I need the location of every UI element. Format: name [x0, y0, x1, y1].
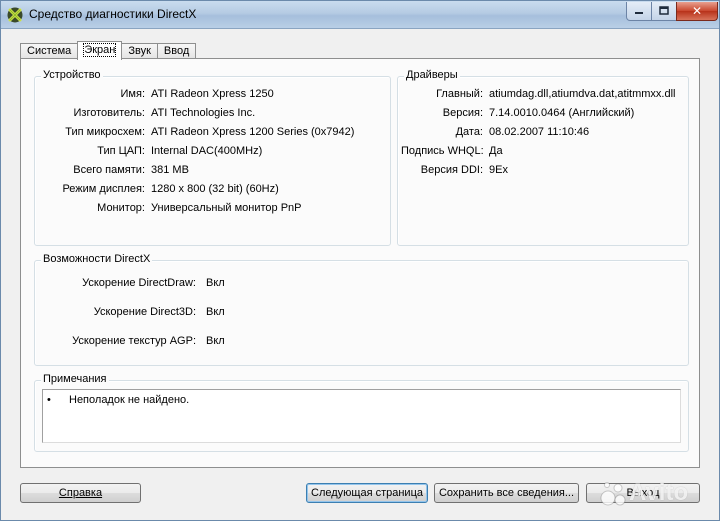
field-value: Вкл	[206, 306, 225, 318]
field-value: ATI Technologies Inc.	[151, 107, 256, 119]
field-value: 7.14.0010.0464 (Английский)	[489, 107, 635, 119]
notes-group-title: Примечания	[41, 373, 109, 385]
driver-row-whql: Подпись WHQL: Да	[401, 145, 686, 161]
field-value: Вкл	[206, 335, 225, 347]
maximize-icon	[659, 6, 669, 15]
driver-row-version: Версия: 7.14.0010.0464 (Английский)	[401, 107, 686, 123]
field-value: Вкл	[206, 277, 225, 289]
close-icon: ✕	[691, 4, 703, 18]
field-value: 1280 x 800 (32 bit) (60Hz)	[151, 183, 279, 195]
close-button[interactable]: ✕	[676, 2, 718, 21]
bullet-icon: •	[47, 394, 51, 406]
help-button[interactable]: Справка	[20, 483, 141, 503]
field-label: Дата:	[455, 126, 483, 138]
maximize-button[interactable]	[651, 2, 677, 21]
title-bar[interactable]: Средство диагностики DirectX ✕	[1, 1, 719, 29]
device-row-dac-type: Тип ЦАП: Internal DAC(400MHz)	[41, 145, 386, 161]
exit-button-label: Выход	[626, 487, 660, 499]
device-row-chip-type: Тип микросхем: ATI Radeon Xpress 1200 Se…	[41, 126, 386, 142]
tab-label: Звук	[128, 45, 151, 57]
field-label: Всего памяти:	[73, 164, 145, 176]
tab-display[interactable]: Экран	[77, 41, 123, 60]
tab-label: Ввод	[163, 45, 190, 57]
dxdiag-window: Средство диагностики DirectX ✕ Система Э…	[0, 0, 720, 521]
field-value: Internal DAC(400MHz)	[151, 145, 263, 157]
note-text: Неполадок не найдено.	[69, 394, 190, 406]
device-row-manufacturer: Изготовитель: ATI Technologies Inc.	[41, 107, 386, 123]
field-value: 9Ex	[489, 164, 508, 176]
feature-row-agp: Ускорение текстур AGP: Вкл	[41, 335, 341, 351]
minimize-icon	[635, 12, 643, 14]
field-label: Главный:	[436, 88, 483, 100]
feature-row-direct3d: Ускорение Direct3D: Вкл	[41, 306, 341, 322]
minimize-button[interactable]	[626, 2, 652, 21]
field-label: Ускорение Direct3D:	[93, 306, 196, 318]
device-group-title: Устройство	[41, 69, 103, 81]
save-all-button-label: Сохранить все сведения...	[438, 487, 575, 499]
field-label: Имя:	[120, 88, 145, 100]
save-all-info-button[interactable]: Сохранить все сведения...	[434, 483, 579, 503]
field-label: Монитор:	[97, 202, 145, 214]
field-label: Тип ЦАП:	[97, 145, 145, 157]
device-row-name: Имя: ATI Radeon Xpress 1250	[41, 88, 386, 104]
field-label: Версия DDI:	[420, 164, 483, 176]
features-group-title: Возможности DirectX	[41, 253, 153, 265]
field-value: ATI Radeon Xpress 1200 Series (0x7942)	[151, 126, 355, 138]
field-value: ATI Radeon Xpress 1250	[151, 88, 274, 100]
drivers-group-title: Драйверы	[404, 69, 460, 81]
device-row-display-mode: Режим дисплея: 1280 x 800 (32 bit) (60Hz…	[41, 183, 386, 199]
driver-row-ddi-version: Версия DDI: 9Ex	[401, 164, 686, 180]
driver-row-main: Главный: atiumdag.dll,atiumdva.dat,atitm…	[401, 88, 686, 104]
field-label: Режим дисплея:	[62, 183, 145, 195]
feature-row-directdraw: Ускорение DirectDraw: Вкл	[41, 277, 341, 293]
next-page-button[interactable]: Следующая страница	[306, 483, 428, 503]
field-label: Подпись WHQL:	[401, 145, 484, 157]
field-value: atiumdag.dll,atiumdva.dat,atitmmxx.dll	[489, 88, 676, 100]
field-label: Ускорение текстур AGP:	[72, 335, 196, 347]
field-label: Тип микросхем:	[65, 126, 145, 138]
tab-label: Экран	[83, 43, 117, 57]
window-title: Средство диагностики DirectX	[29, 7, 197, 21]
field-value: Универсальный монитор PnP	[151, 202, 302, 214]
field-value: Да	[489, 145, 503, 157]
exit-button[interactable]: Выход	[586, 483, 700, 503]
field-label: Версия:	[442, 107, 483, 119]
tab-strip: Система Экран Звук Ввод	[20, 41, 197, 60]
device-row-monitor: Монитор: Универсальный монитор PnP	[41, 202, 386, 218]
device-row-total-memory: Всего памяти: 381 MB	[41, 164, 386, 180]
help-button-label: Справка	[58, 487, 103, 499]
field-value: 08.02.2007 11:10:46	[489, 126, 590, 138]
field-label: Ускорение DirectDraw:	[82, 277, 196, 289]
field-value: 381 MB	[151, 164, 189, 176]
field-label: Изготовитель:	[73, 107, 146, 119]
driver-row-date: Дата: 08.02.2007 11:10:46	[401, 126, 686, 142]
notes-textbox[interactable]: • Неполадок не найдено.	[42, 389, 681, 443]
directx-icon	[7, 7, 23, 23]
tab-label: Система	[27, 45, 72, 57]
next-page-button-label: Следующая страница	[311, 487, 423, 499]
